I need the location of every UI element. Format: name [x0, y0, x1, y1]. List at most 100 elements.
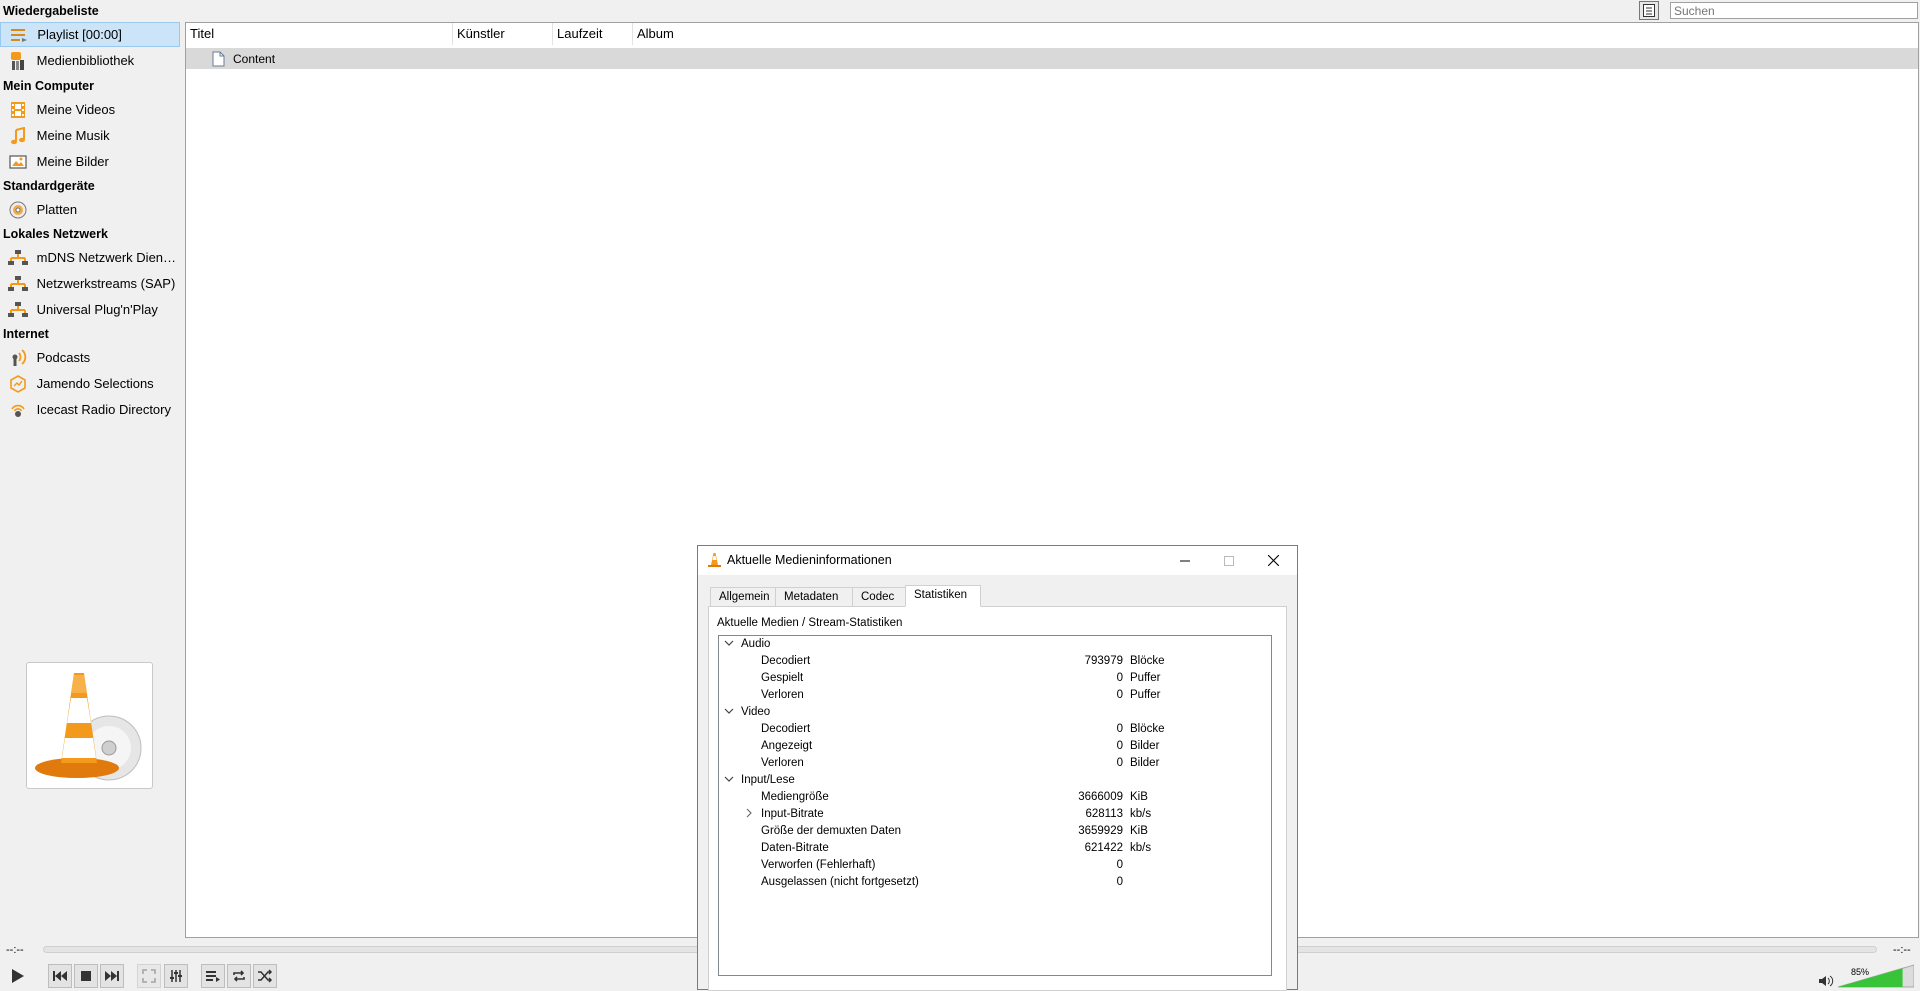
tree-group-input[interactable]: Input/Lese — [719, 773, 1271, 790]
sidebar-item-meine-musik[interactable]: Meine Musik — [0, 123, 180, 148]
sidebar-item-label: Netzwerkstreams (SAP) — [36, 276, 176, 291]
close-icon — [1267, 555, 1279, 566]
section-title-lokales-netzwerk: Lokales Netzwerk — [3, 227, 108, 241]
tree-row[interactable]: Verworfen (Fehlerhaft) 0 — [719, 858, 1271, 875]
next-icon — [105, 971, 119, 981]
vlc-cone-icon — [707, 552, 722, 571]
next-button[interactable] — [100, 964, 124, 988]
sidebar-item-label: Jamendo Selections — [36, 376, 154, 391]
picture-icon — [7, 152, 29, 172]
column-header-laufzeit[interactable]: Laufzeit — [553, 23, 633, 45]
media-library-icon — [7, 51, 29, 71]
tab-statistiken[interactable]: Statistiken — [905, 585, 981, 607]
search-input[interactable] — [1670, 2, 1918, 19]
maximize-icon — [1224, 555, 1234, 566]
tab-codec[interactable]: Codec — [852, 587, 906, 607]
section-title-internet: Internet — [3, 327, 49, 341]
sidebar-item-label: Meine Musik — [36, 128, 110, 143]
tree-row[interactable]: Mediengröße 3666009 KiB — [719, 790, 1271, 807]
sidebar-item-mdns[interactable]: mDNS Netzwerk Dienster... — [0, 245, 180, 270]
sidebar-item-label: Meine Bilder — [36, 154, 109, 169]
tree-row[interactable]: Verloren 0 Bilder — [719, 756, 1271, 773]
tree-row[interactable]: Decodiert 0 Blöcke — [719, 722, 1271, 739]
loop-button[interactable] — [227, 964, 251, 988]
icecast-icon — [7, 400, 29, 420]
previous-icon — [53, 971, 67, 981]
sidebar-item-sap[interactable]: Netzwerkstreams (SAP) — [0, 271, 180, 296]
maximize-button[interactable] — [1207, 546, 1251, 575]
dialog-titlebar[interactable]: Aktuelle Medieninformationen — [698, 546, 1297, 575]
sidebar-item-medienbibliothek[interactable]: Medienbibliothek — [0, 48, 180, 73]
dialog-title: Aktuelle Medieninformationen — [727, 553, 892, 567]
tree-row[interactable]: Decodiert 793979 Blöcke — [719, 654, 1271, 671]
playlist-icon — [206, 971, 220, 982]
music-note-icon — [7, 126, 29, 146]
tree-row[interactable]: Angezeigt 0 Bilder — [719, 739, 1271, 756]
fullscreen-icon — [142, 969, 156, 983]
tree-row[interactable]: Daten-Bitrate 621422 kb/s — [719, 841, 1271, 858]
view-toggle-button[interactable] — [1639, 1, 1659, 20]
tab-metadaten[interactable]: Metadaten — [775, 587, 853, 607]
shuffle-button[interactable] — [253, 964, 277, 988]
network-icon — [7, 248, 29, 268]
file-icon — [212, 51, 225, 67]
podcast-icon — [7, 348, 29, 368]
network-icon — [7, 300, 29, 320]
disc-icon — [7, 200, 29, 220]
column-header-kuenstler[interactable]: Künstler — [453, 23, 553, 45]
stop-button[interactable] — [74, 964, 98, 988]
statistics-panel: Aktuelle Medien / Stream-Statistiken Aud… — [708, 606, 1287, 991]
column-header-titel[interactable]: Titel — [186, 23, 453, 45]
previous-button[interactable] — [48, 964, 72, 988]
column-header-album[interactable]: Album — [633, 23, 933, 45]
sidebar-item-label: Platten — [36, 202, 78, 217]
playlist-row[interactable]: Content — [186, 48, 1918, 69]
tree-group-audio[interactable]: Audio — [719, 637, 1271, 654]
playlist-icon — [8, 25, 29, 45]
media-info-dialog: Aktuelle Medieninformationen Allgemein M… — [697, 545, 1298, 991]
volume-percent: 85% — [1851, 967, 1870, 977]
sidebar-item-meine-videos[interactable]: Meine Videos — [0, 97, 180, 122]
stop-icon — [81, 971, 91, 981]
network-icon — [7, 274, 29, 294]
extended-settings-button[interactable] — [164, 964, 188, 988]
speaker-icon[interactable] — [1818, 975, 1834, 987]
tree-row[interactable]: Ausgelassen (nicht fortgesetzt) 0 — [719, 875, 1271, 892]
close-button[interactable] — [1251, 546, 1295, 575]
tree-row[interactable]: Verloren 0 Puffer — [719, 688, 1271, 705]
tree-row[interactable]: Größe der demuxten Daten 3659929 KiB — [719, 824, 1271, 841]
volume-slider[interactable] — [1837, 964, 1915, 988]
tab-allgemein[interactable]: Allgemein — [710, 587, 776, 607]
section-title-standardgeraete: Standardgeräte — [3, 179, 95, 193]
toggle-playlist-button[interactable] — [201, 964, 225, 988]
remaining-time: --:-- — [1893, 944, 1911, 956]
minimize-button[interactable] — [1163, 546, 1207, 575]
loop-icon — [233, 970, 245, 982]
shuffle-icon — [258, 969, 273, 983]
vlc-cone-icon — [35, 673, 142, 781]
tree-row[interactable]: Gespielt 0 Puffer — [719, 671, 1271, 688]
sidebar-item-meine-bilder[interactable]: Meine Bilder — [0, 149, 180, 174]
sidebar-item-label: mDNS Netzwerk Dienster... — [36, 250, 180, 265]
album-art — [26, 662, 153, 789]
sidebar-item-platten[interactable]: Platten — [0, 197, 180, 222]
chevron-down-icon[interactable] — [724, 774, 734, 786]
fullscreen-button[interactable] — [137, 964, 161, 988]
sidebar-item-upnp[interactable]: Universal Plug'n'Play — [0, 297, 180, 322]
sidebar-item-icecast[interactable]: Icecast Radio Directory — [0, 397, 180, 422]
chevron-right-icon[interactable] — [744, 808, 754, 820]
sidebar-item-label: Playlist [00:00] — [37, 27, 122, 42]
play-button[interactable] — [2, 964, 34, 988]
sidebar-item-podcasts[interactable]: Podcasts — [0, 345, 180, 370]
minimize-icon — [1180, 560, 1190, 561]
tree-row[interactable]: Input-Bitrate 628113 kb/s — [719, 807, 1271, 824]
chevron-down-icon[interactable] — [724, 638, 734, 650]
statistics-tree[interactable]: Audio Decodiert 793979 Blöcke Gespielt 0 Puf… — [718, 635, 1272, 976]
sidebar-item-label: Medienbibliothek — [36, 53, 135, 68]
chevron-down-icon[interactable] — [724, 706, 734, 718]
sidebar-item-playlist[interactable]: Playlist [00:00] — [0, 22, 180, 47]
film-icon — [7, 100, 29, 120]
sidebar-item-label: Icecast Radio Directory — [36, 402, 171, 417]
sidebar-item-jamendo[interactable]: Jamendo Selections — [0, 371, 180, 396]
tree-group-video[interactable]: Video — [719, 705, 1271, 722]
